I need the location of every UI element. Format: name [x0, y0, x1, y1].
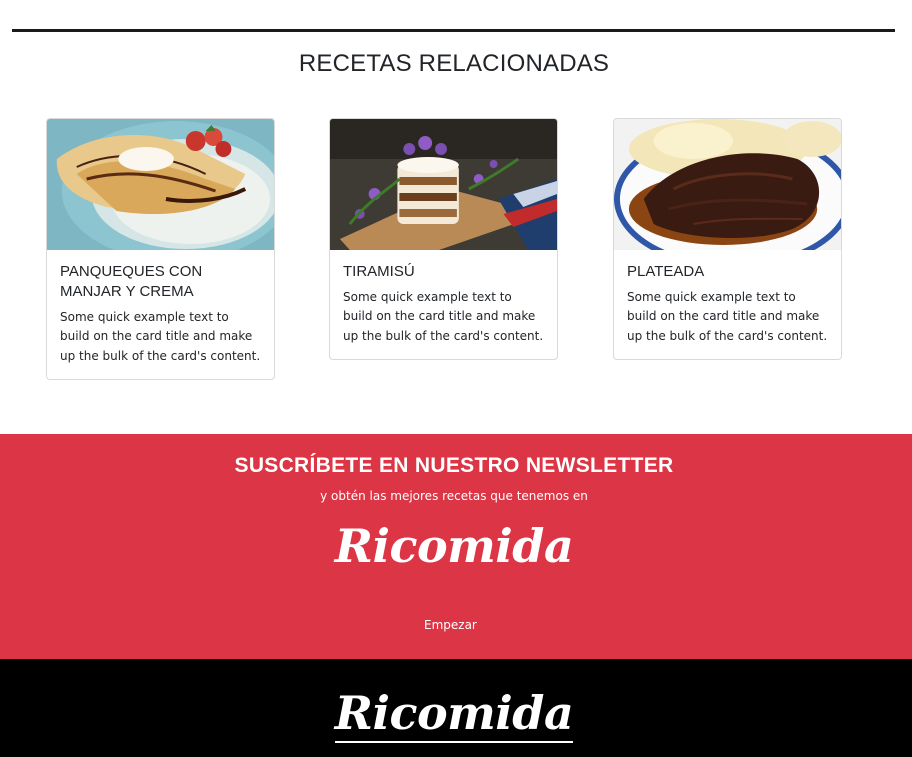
newsletter-brand-logo: Ricomida: [334, 519, 574, 573]
recipe-card-panqueques[interactable]: PANQUEQUES CON MANJAR Y CREMA Some quick…: [46, 118, 275, 381]
card-title: PLATEADA: [627, 263, 705, 280]
newsletter-title: SUSCRÍBETE EN NUESTRO NEWSLETTER: [234, 454, 674, 477]
recipe-card-plateada[interactable]: PLATEADA Some quick example text to buil…: [613, 118, 842, 361]
recipe-image-panqueques[interactable]: [47, 119, 274, 250]
footer-brand-logo[interactable]: Ricomida: [0, 685, 908, 743]
newsletter-subtitle: y obtén las mejores recetas que tenemos …: [320, 489, 588, 503]
recipe-card-tiramisu[interactable]: TIRAMISÚ Some quick example text to buil…: [329, 118, 558, 361]
section-title: RECETAS RELACIONADAS: [298, 50, 610, 77]
newsletter-section: SUSCRÍBETE EN NUESTRO NEWSLETTER y obtén…: [0, 434, 912, 659]
footer-brand-text[interactable]: Ricomida: [334, 686, 574, 743]
recipe-image-plateada[interactable]: [614, 119, 841, 250]
start-button[interactable]: Empezar: [424, 618, 477, 632]
footer: Ricomida: [0, 659, 912, 757]
card-text: Some quick example text to build on the …: [627, 290, 828, 343]
card-text: Some quick example text to build on the …: [60, 310, 261, 363]
top-divider: [12, 29, 895, 32]
card-title: PANQUEQUES CON MANJAR Y CREMA: [60, 263, 203, 300]
recipe-image-tiramisu[interactable]: [330, 119, 557, 250]
card-title: TIRAMISÚ: [343, 263, 415, 280]
card-text: Some quick example text to build on the …: [343, 290, 544, 343]
